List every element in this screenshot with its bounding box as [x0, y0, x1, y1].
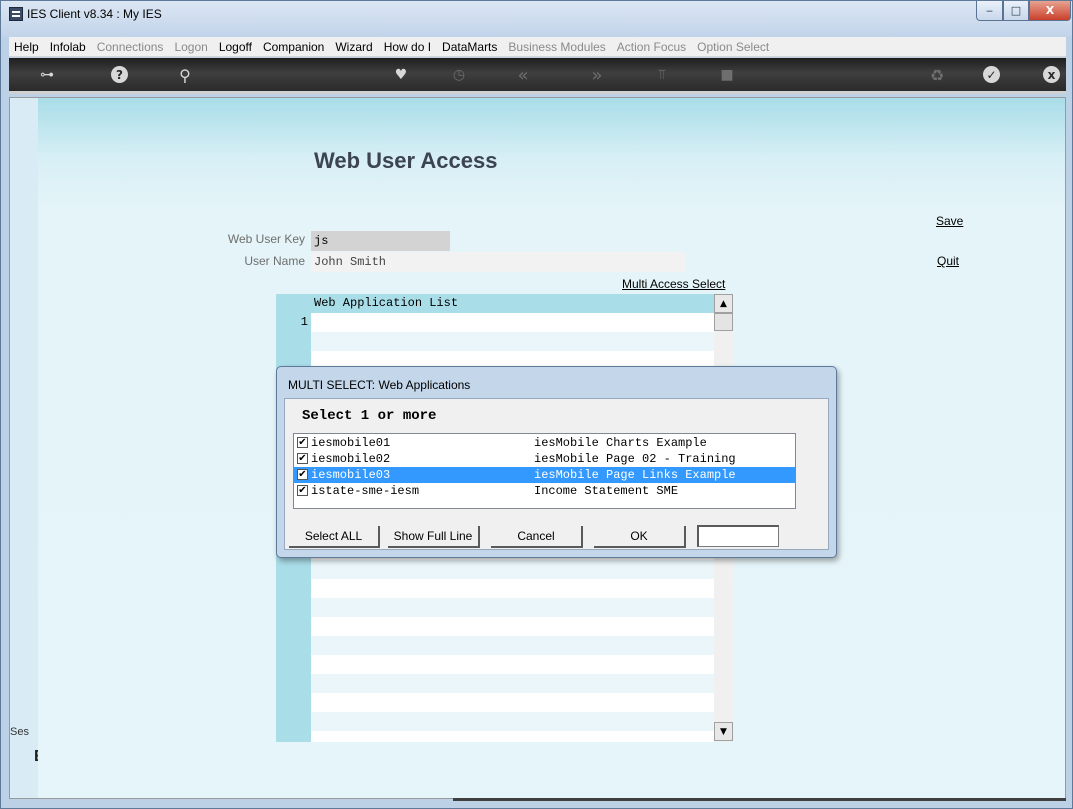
list-item[interactable]: ✔ istate-sme-iesm Income Statement SME — [294, 483, 795, 499]
option-description: iesMobile Page 02 - Training — [534, 452, 736, 466]
heart-icon[interactable]: ♥ — [391, 66, 411, 84]
rewind-icon[interactable]: « — [513, 65, 533, 86]
menu-connections[interactable]: Connections — [92, 40, 170, 54]
multi-select-dialog: MULTI SELECT: Web Applications Select 1 … — [276, 366, 837, 558]
option-code: istate-sme-iesm — [311, 484, 420, 498]
key-icon[interactable]: ⊶ — [33, 66, 61, 84]
minimize-button[interactable]: ‒ — [976, 1, 1003, 21]
page-title: Web User Access — [314, 148, 498, 173]
fast-forward-icon[interactable]: » — [587, 65, 607, 86]
option-code: iesmobile01 — [311, 436, 391, 450]
menu-infolab[interactable]: Infolab — [45, 40, 92, 54]
session-tab-label[interactable]: Ses — [10, 726, 29, 738]
quit-link[interactable]: Quit — [937, 254, 959, 268]
option-description: Income Statement SME — [534, 484, 679, 498]
app-window: IES Client v8.34 : My IES ‒ □ X Help Inf… — [0, 0, 1073, 809]
multi-access-select-link[interactable]: Multi Access Select — [622, 277, 725, 291]
web-user-key-field[interactable]: js — [311, 231, 450, 251]
application-select-list: ✔ iesmobile01 iesMobile Charts Example ✔… — [293, 433, 796, 509]
arrow-up-icon: ▲ — [720, 298, 727, 309]
checkbox[interactable]: ✔ — [297, 437, 308, 448]
title-bar[interactable]: IES Client v8.34 : My IES ‒ □ X — [1, 1, 1072, 37]
close-icon: X — [1045, 4, 1055, 17]
toolbar: ⊶ ? ⚲ ♥ ◷ « » ⫪ ■ ♻ ✓ x — [9, 58, 1066, 94]
menu-bar: Help Infolab Connections Logon Logoff Co… — [9, 37, 1066, 57]
row-number: 1 — [300, 315, 308, 329]
option-code: iesmobile03 — [311, 468, 391, 482]
menu-logon[interactable]: Logon — [169, 40, 213, 54]
ok-button[interactable]: OK — [594, 526, 686, 548]
save-link[interactable]: Save — [936, 214, 963, 228]
menu-action-focus[interactable]: Action Focus — [612, 40, 692, 54]
user-name-label: User Name — [244, 254, 305, 268]
side-strip — [10, 98, 38, 798]
list-item[interactable]: ✔ iesmobile01 iesMobile Charts Example — [294, 435, 795, 451]
scroll-thumb[interactable] — [714, 313, 733, 331]
clock-icon[interactable]: ◷ — [449, 66, 469, 84]
checkbox[interactable]: ✔ — [297, 469, 308, 480]
window-title: IES Client v8.34 : My IES — [27, 7, 162, 21]
option-description: iesMobile Page Links Example — [534, 468, 736, 482]
search-icon[interactable]: ⚲ — [175, 66, 195, 85]
dialog-title: MULTI SELECT: Web Applications — [288, 378, 471, 392]
maximize-icon: □ — [1010, 4, 1022, 17]
menu-option-select[interactable]: Option Select — [692, 40, 775, 54]
app-icon[interactable] — [9, 7, 23, 21]
menu-wizard[interactable]: Wizard — [330, 40, 378, 54]
close-window-button[interactable]: X — [1029, 1, 1071, 21]
web-user-key-label: Web User Key — [227, 232, 305, 246]
menu-logoff[interactable]: Logoff — [214, 40, 258, 54]
checkbox[interactable]: ✔ — [297, 453, 308, 464]
filter-input[interactable] — [697, 525, 779, 547]
menu-business-modules[interactable]: Business Modules — [503, 40, 611, 54]
cancel-button[interactable]: Cancel — [491, 526, 583, 548]
menu-companion[interactable]: Companion — [258, 40, 330, 54]
user-name-field[interactable]: John Smith — [311, 252, 686, 272]
option-code: iesmobile02 — [311, 452, 391, 466]
list-item[interactable]: ✔ iesmobile02 iesMobile Page 02 - Traini… — [294, 451, 795, 467]
close-icon[interactable]: x — [1043, 66, 1060, 83]
check-icon[interactable]: ✓ — [983, 66, 1000, 83]
minimize-icon: ‒ — [986, 4, 993, 17]
help-icon[interactable]: ? — [111, 66, 128, 83]
menu-help[interactable]: Help — [9, 40, 45, 54]
stop-icon[interactable]: ■ — [718, 66, 736, 84]
grid-header: Web Application List — [311, 294, 714, 313]
recycle-icon[interactable]: ♻ — [927, 66, 947, 85]
scroll-down-button[interactable]: ▼ — [714, 722, 733, 741]
menu-datamarts[interactable]: DataMarts — [437, 40, 503, 54]
scroll-up-button[interactable]: ▲ — [714, 294, 733, 313]
menu-how-do-i[interactable]: How do I — [379, 40, 437, 54]
dialog-body: Select 1 or more ✔ iesmobile01 iesMobile… — [284, 398, 829, 550]
show-full-line-button[interactable]: Show Full Line — [388, 526, 480, 548]
dialog-prompt: Select 1 or more — [302, 408, 437, 424]
checkbox[interactable]: ✔ — [297, 485, 308, 496]
status-divider — [453, 798, 1066, 801]
maximize-button[interactable]: □ — [1003, 1, 1029, 21]
tree-icon[interactable]: ⫪ — [652, 66, 672, 84]
list-item-selected[interactable]: ✔ iesmobile03 iesMobile Page Links Examp… — [294, 467, 795, 483]
select-all-button[interactable]: Select ALL — [289, 526, 380, 548]
option-description: iesMobile Charts Example — [534, 436, 707, 450]
arrow-down-icon: ▼ — [720, 726, 727, 737]
